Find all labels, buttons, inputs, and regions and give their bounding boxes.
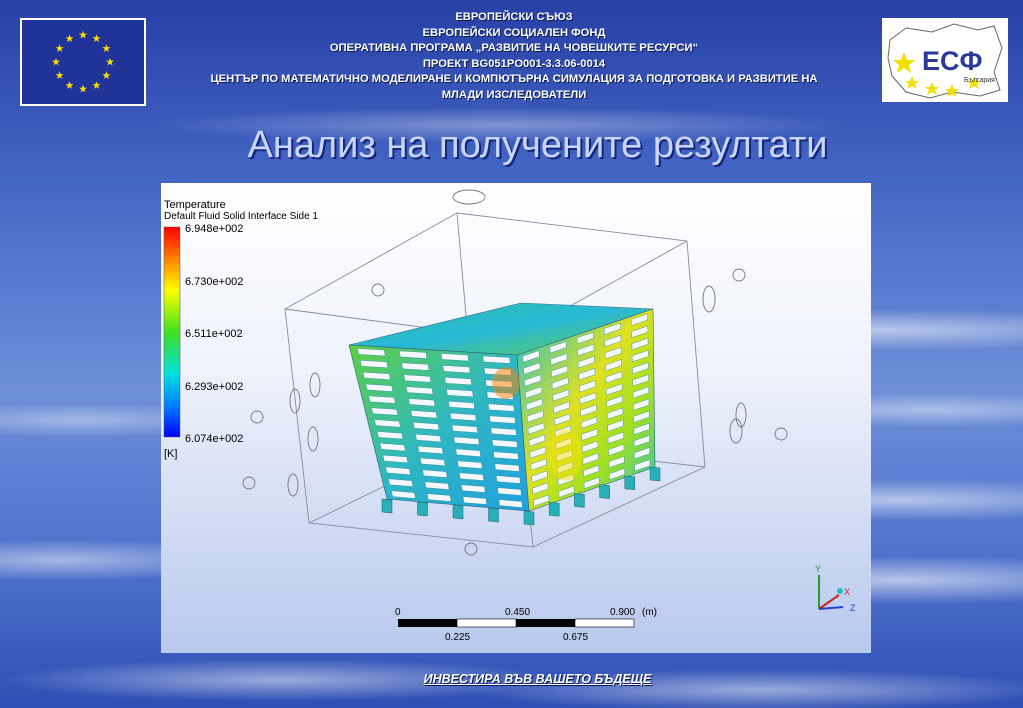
eu-star-icon xyxy=(92,34,101,42)
scale-label: 0.675 xyxy=(563,632,588,643)
eu-star-icon xyxy=(55,44,64,52)
heatsink-leg xyxy=(548,501,560,517)
eu-star-icon xyxy=(55,71,64,79)
warm-region xyxy=(550,429,582,481)
axis-triad: Y X Z xyxy=(815,564,856,613)
eu-star-icon xyxy=(102,71,111,79)
heatsink-leg xyxy=(417,501,428,517)
legend-value: 6.074e+002 xyxy=(185,433,243,445)
eu-star-icon xyxy=(106,57,114,66)
esf-subtext: България xyxy=(964,77,995,84)
axis-z-label: Z xyxy=(850,603,856,613)
heatsink-leg xyxy=(649,466,661,482)
scale-bar: 0 0.450 0.900 (m) 0.225 0.675 xyxy=(395,607,657,643)
header-line: ЕВРОПЕЙСКИ СЪЮЗ xyxy=(455,11,573,23)
heatsink-leg xyxy=(523,510,535,526)
scale-label: 0.450 xyxy=(505,607,530,618)
header-text: ЕВРОПЕЙСКИ СЪЮЗ ЕВРОПЕЙСКИ СОЦИАЛЕН ФОНД… xyxy=(150,10,878,103)
scale-label: 0 xyxy=(395,607,401,618)
scale-label: 0.900 xyxy=(610,607,635,618)
axis-y-label: Y xyxy=(815,564,821,574)
scale-unit: (m) xyxy=(642,607,657,618)
legend-unit: [K] xyxy=(164,448,177,460)
legend-subtitle: Default Fluid Solid Interface Side 1 xyxy=(164,211,318,222)
simulation-figure: Temperature Default Fluid Solid Interfac… xyxy=(161,183,871,653)
eu-stars-icon xyxy=(52,30,114,93)
heatsink-leg xyxy=(452,504,464,520)
legend-value: 6.293e+002 xyxy=(185,381,243,393)
eu-star-icon xyxy=(79,84,87,93)
legend-title: Temperature xyxy=(164,199,226,211)
footer-slogan: ИНВЕСТИРА ВЪВ ВАШЕТО БЪДЕЩЕ xyxy=(423,672,652,686)
legend-color-bar xyxy=(163,226,181,438)
esf-logo: ЕСФ България xyxy=(882,18,1008,102)
legend-value: 6.948e+002 xyxy=(185,223,243,235)
eu-star-icon xyxy=(79,30,87,39)
eu-flag-logo xyxy=(20,18,146,106)
heatsink-leg xyxy=(381,498,393,514)
heatsink-leg xyxy=(488,507,499,523)
hot-spot xyxy=(492,367,520,399)
esf-text: ЕСФ xyxy=(922,46,983,76)
eu-star-icon xyxy=(65,34,74,42)
ansys-brand: ANSYS xyxy=(808,188,856,204)
header-line: ПРОЕКТ BG051PO001-3.3.06-0014 xyxy=(422,57,606,70)
legend-value: 6.730e+002 xyxy=(185,276,243,288)
header-line: ОПЕРАТИВНА ПРОГРАМА „РАЗВИТИЕ НА ЧОВЕШКИ… xyxy=(329,42,699,54)
ansys-version: R14.5 xyxy=(821,206,843,215)
eu-star-icon xyxy=(102,44,111,52)
heatsink-leg xyxy=(624,475,636,491)
legend-value: 6.511e+002 xyxy=(185,328,243,340)
scale-label: 0.225 xyxy=(445,632,470,643)
slide-title: Анализ на получените резултати xyxy=(247,124,828,166)
header-line: ЦЕНТЪР ПО МАТЕМАТИЧНО МОДЕЛИРАНЕ И КОМПЮ… xyxy=(210,73,818,85)
axis-x-label: X xyxy=(844,587,850,597)
heatsink-leg xyxy=(599,484,610,499)
header-line: МЛАДИ ИЗСЛЕДОВАТЕЛИ xyxy=(441,88,587,101)
eu-star-icon xyxy=(92,81,101,89)
eu-star-icon xyxy=(52,57,60,66)
heatsink-leg xyxy=(574,493,585,508)
header-line: ЕВРОПЕЙСКИ СОЦИАЛЕН ФОНД xyxy=(422,26,606,39)
eu-star-icon xyxy=(65,81,74,89)
